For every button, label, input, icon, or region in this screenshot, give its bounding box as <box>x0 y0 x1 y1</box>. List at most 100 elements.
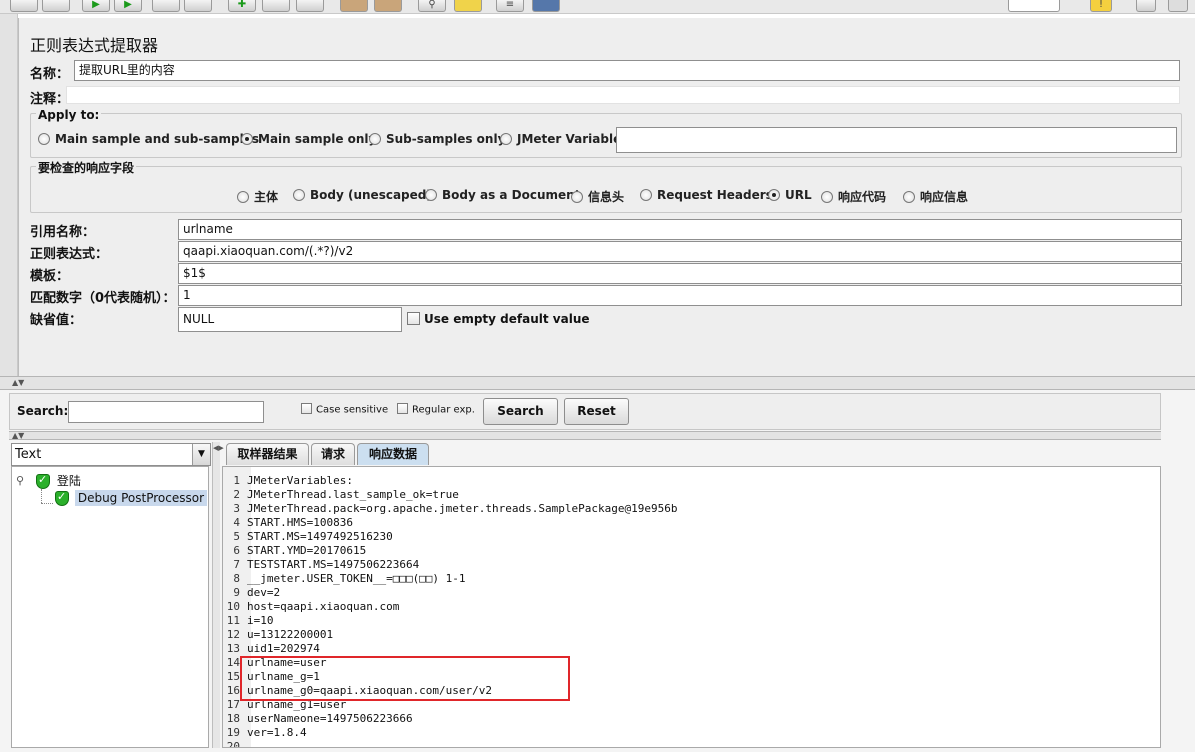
line-text: JMeterThread.pack=org.apache.jmeter.thre… <box>247 502 678 515</box>
collapse-arrows-icon[interactable]: ▲▼ <box>12 379 24 387</box>
line-text: START.HMS=100836 <box>247 516 353 529</box>
line-number: 12 <box>226 628 240 641</box>
field-url-radio[interactable]: URL <box>768 188 812 202</box>
radio-label: 信息头 <box>588 190 625 204</box>
apply-jmeter-variable-radio[interactable]: JMeter Variable <box>500 132 621 146</box>
tree-connector <box>41 503 53 504</box>
field-body-as-document-radio[interactable]: Body as a Document <box>425 188 580 202</box>
radio-icon <box>821 190 833 203</box>
reset-button[interactable]: Reset <box>564 398 629 425</box>
remote-start-icon[interactable]: ✚ <box>228 0 256 12</box>
tree-pane-edge <box>0 14 18 376</box>
line-number: 4 <box>233 516 240 529</box>
tab-request[interactable]: 请求 <box>311 443 355 465</box>
tree-node-child[interactable]: Debug PostProcessor <box>55 490 208 506</box>
reset-search-icon[interactable] <box>454 0 482 12</box>
line-number: 3 <box>233 502 240 515</box>
response-data-viewer[interactable]: 1 JMeterVariables: 2 JMeterThread.last_samp… <box>222 466 1161 748</box>
response-line: 5 START.MS=1497492516230 <box>223 530 1153 544</box>
radio-label: Body (unescaped) <box>310 188 432 202</box>
reference-name-field[interactable]: urlname <box>178 219 1182 240</box>
renderer-select[interactable]: Text ▼ <box>11 443 211 466</box>
name-field[interactable]: 提取URL里的内容 <box>74 60 1180 81</box>
function-helper-icon[interactable]: ≡ <box>496 0 524 12</box>
default-value-field[interactable]: NULL <box>178 307 402 332</box>
play-icon[interactable]: ▶ <box>82 0 110 12</box>
field-request-headers-radio[interactable]: Request Headers <box>640 188 773 202</box>
clear-all-icon[interactable] <box>374 0 402 12</box>
regex-field[interactable]: qaapi.xiaoquan.com/(.*?)/v2 <box>178 241 1182 262</box>
line-text: dev=2 <box>247 586 281 599</box>
apply-main-only-radio[interactable]: Main sample only <box>241 132 376 146</box>
regular-exp-checkbox[interactable]: Regular exp. <box>397 403 475 416</box>
line-text: TESTSTART.MS=1497506223664 <box>247 558 420 571</box>
checkbox-label: Use empty default value <box>424 312 590 326</box>
template-field[interactable]: $1$ <box>178 263 1182 284</box>
field-body-radio[interactable]: 主体 <box>237 188 278 205</box>
apply-main-and-sub-radio[interactable]: Main sample and sub-samples <box>38 132 259 146</box>
response-line: 6 START.YMD=20170615 <box>223 544 1153 558</box>
checkbox-label: Regular exp. <box>412 404 475 416</box>
stop-icon[interactable] <box>152 0 180 12</box>
match-no-field[interactable]: 1 <box>178 285 1182 306</box>
remote-stop-icon[interactable] <box>262 0 290 12</box>
field-headers-radio[interactable]: 信息头 <box>571 188 624 205</box>
checkbox-icon <box>397 403 408 414</box>
checkbox-icon <box>301 403 312 414</box>
field-response-code-radio[interactable]: 响应代码 <box>821 188 886 205</box>
tree-node-label: Debug PostProcessor <box>74 490 208 506</box>
search-label: Search: <box>17 404 69 418</box>
success-shield-icon <box>36 473 50 489</box>
collapse-arrows-icon[interactable]: ▲▼ <box>12 432 24 440</box>
tab-sampler-result[interactable]: 取样器结果 <box>226 443 309 465</box>
apply-sub-only-radio[interactable]: Sub-samples only <box>369 132 505 146</box>
clear-icon[interactable] <box>340 0 368 12</box>
help-icon[interactable] <box>532 0 560 12</box>
remote-shutdown-icon[interactable] <box>296 0 324 12</box>
response-line: 11 i=10 <box>223 614 1153 628</box>
tree-splitter[interactable]: ◀▶ <box>212 442 224 748</box>
tab-response-data[interactable]: 响应数据 <box>357 443 429 465</box>
tree-node-root[interactable]: 登陆 <box>36 472 81 489</box>
line-number: 9 <box>233 586 240 599</box>
line-number: 11 <box>226 614 240 627</box>
line-number: 13 <box>226 642 240 655</box>
open-icon[interactable] <box>42 0 70 12</box>
tree-node-label: 登陆 <box>56 474 81 488</box>
search-button[interactable]: Search <box>483 398 558 425</box>
comment-field[interactable] <box>66 86 1180 104</box>
chevron-down-icon[interactable]: ▼ <box>192 444 210 465</box>
match-no-label: 匹配数字（0代表随机）： <box>30 291 176 306</box>
regex-label: 正则表达式： <box>30 247 109 262</box>
new-icon[interactable] <box>10 0 38 12</box>
shutdown-icon[interactable] <box>184 0 212 12</box>
radio-label: 响应信息 <box>920 190 969 204</box>
search-input[interactable] <box>68 401 264 423</box>
radio-selected-icon <box>241 132 253 145</box>
play-no-pause-icon[interactable]: ▶ <box>114 0 142 12</box>
radio-icon <box>38 132 50 145</box>
results-divider[interactable]: ▲▼ <box>9 431 1161 440</box>
line-text: JMeterVariables: <box>247 474 353 487</box>
line-text: START.YMD=20170615 <box>247 544 367 557</box>
line-number: 2 <box>233 488 240 501</box>
radio-icon <box>640 188 652 201</box>
warning-icon[interactable]: ! <box>1090 0 1112 12</box>
response-line: 7 TESTSTART.MS=1497506223664 <box>223 558 1153 572</box>
radio-label: URL <box>785 188 812 202</box>
response-line: 18 userNameone=1497506223666 <box>223 712 1153 726</box>
radio-label: 响应代码 <box>838 190 887 204</box>
field-response-message-radio[interactable]: 响应信息 <box>903 188 968 205</box>
case-sensitive-checkbox[interactable]: Case sensitive <box>301 403 388 416</box>
field-body-unescaped-radio[interactable]: Body (unescaped) <box>293 188 432 202</box>
response-line: 13 uid1=202974 <box>223 642 1153 656</box>
use-empty-default-checkbox[interactable]: Use empty default value <box>407 312 590 326</box>
split-pane-divider[interactable]: ▲▼ <box>0 376 1195 390</box>
line-text: u=13122200001 <box>247 628 334 641</box>
collapse-arrows-icon[interactable]: ◀▶ <box>213 444 224 452</box>
jmeter-variable-field[interactable] <box>616 127 1177 153</box>
search-icon[interactable]: ⚲ <box>418 0 446 12</box>
template-label: 模板： <box>30 269 70 284</box>
tree-expand-icon[interactable]: ⚲ <box>16 474 24 487</box>
line-text: userNameone=1497506223666 <box>247 712 413 725</box>
